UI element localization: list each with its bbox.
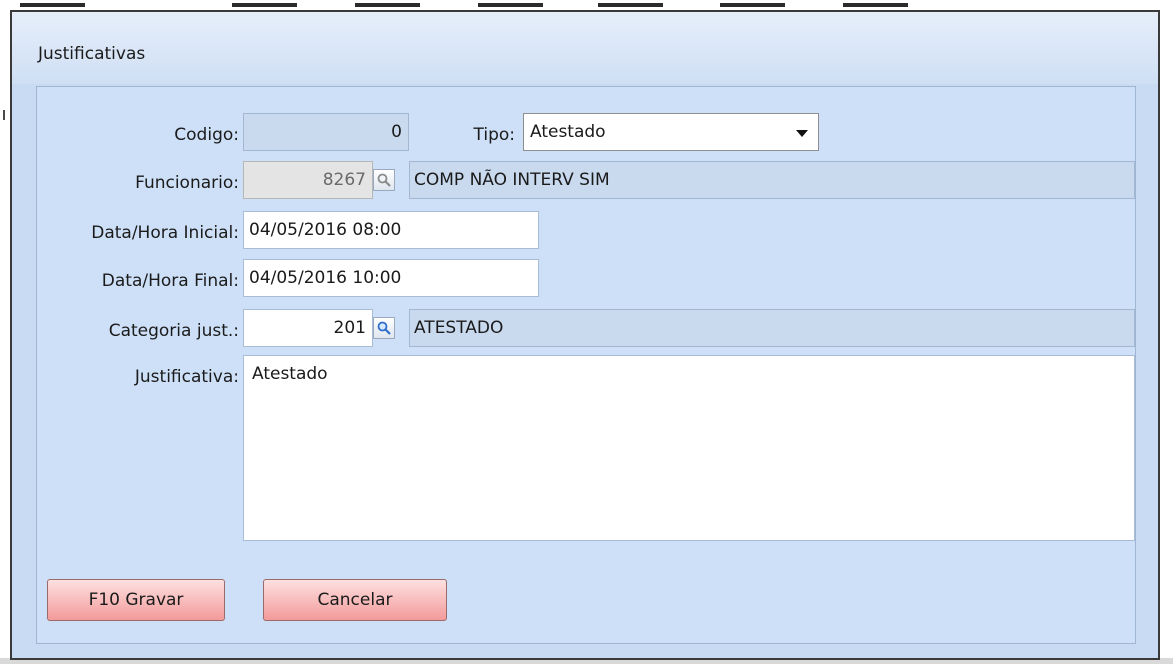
data-final-label: Data/Hora Final:: [101, 271, 239, 291]
save-button[interactable]: F10 Gravar: [47, 579, 225, 621]
justificativa-label: Justificativa:: [134, 367, 239, 387]
codigo-field: 0: [243, 113, 409, 151]
justificativa-textarea[interactable]: Atestado: [243, 355, 1135, 541]
magnifier-icon: [377, 173, 391, 187]
data-final-input[interactable]: 04/05/2016 10:00: [243, 259, 539, 297]
dialog-titlebar[interactable]: Justificativas: [12, 12, 1158, 84]
background-app-strip: [0, 0, 1173, 10]
funcionario-name-field: COMP NÃO INTERV SIM: [409, 161, 1135, 199]
justificativas-dialog: Justificativas Codigo: 0 Tipo: Atestado …: [10, 10, 1160, 660]
tipo-select[interactable]: Atestado: [523, 113, 819, 151]
background-fragment: [232, 3, 297, 7]
cancel-button[interactable]: Cancelar: [263, 579, 447, 621]
funcionario-code-field: 8267: [243, 161, 373, 199]
background-fragment: [598, 3, 663, 7]
background-fragment: [843, 3, 908, 7]
background-app-left: [0, 10, 10, 664]
background-app-right: [1163, 10, 1173, 664]
background-fragment: [720, 3, 785, 7]
categoria-code-input[interactable]: 201: [243, 309, 373, 347]
funcionario-lookup-button[interactable]: [373, 169, 395, 191]
tipo-label: Tipo:: [473, 125, 515, 145]
funcionario-label: Funcionario:: [135, 173, 239, 193]
dialog-title: Justificativas: [38, 44, 146, 64]
background-fragment: [478, 3, 543, 7]
magnifier-icon: [377, 321, 391, 335]
codigo-label: Codigo:: [174, 125, 239, 145]
background-fragment: [3, 110, 5, 120]
categoria-label: Categoria just.:: [108, 321, 239, 341]
data-inicial-label: Data/Hora Inicial:: [91, 223, 239, 243]
categoria-lookup-button[interactable]: [373, 317, 395, 339]
chevron-down-icon[interactable]: [796, 130, 808, 137]
dialog-body: Codigo: 0 Tipo: Atestado Funcionario: 82…: [36, 86, 1136, 644]
background-fragment: [355, 3, 420, 7]
categoria-name-field: ATESTADO: [409, 309, 1135, 347]
background-fragment: [20, 3, 85, 7]
data-inicial-input[interactable]: 04/05/2016 08:00: [243, 211, 539, 249]
tipo-select-value: Atestado: [530, 122, 606, 142]
